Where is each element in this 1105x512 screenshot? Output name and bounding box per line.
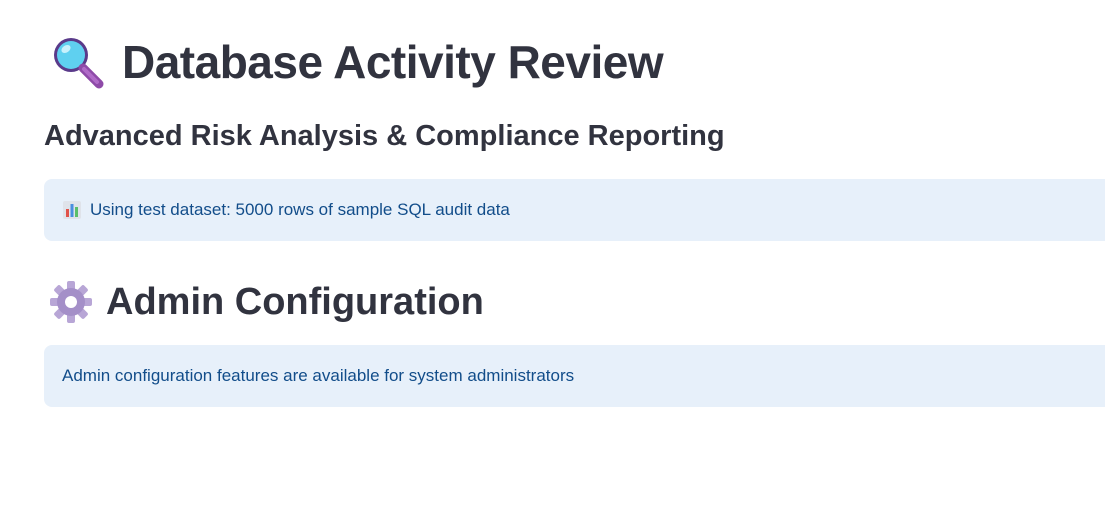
page-subtitle: Advanced Risk Analysis & Compliance Repo… [44,120,725,152]
app-page: Database Activity Review Advanced Risk A… [0,0,1105,512]
admin-info-box: Admin configuration features are availab… [44,345,1105,407]
page-title-row: Database Activity Review [48,30,664,94]
admin-info-text: Admin configuration features are availab… [62,366,575,385]
page-title: Database Activity Review [122,36,664,88]
gear-icon [48,279,94,325]
dataset-info-box: Using test dataset: 5000 rows of sample … [44,179,1105,241]
dataset-info-text: Using test dataset: 5000 rows of sample … [90,200,510,219]
bar-chart-icon [62,200,82,220]
admin-section-title: Admin Configuration [106,280,484,323]
admin-section-header: Admin Configuration [48,274,484,330]
magnifying-glass-icon [48,33,106,91]
